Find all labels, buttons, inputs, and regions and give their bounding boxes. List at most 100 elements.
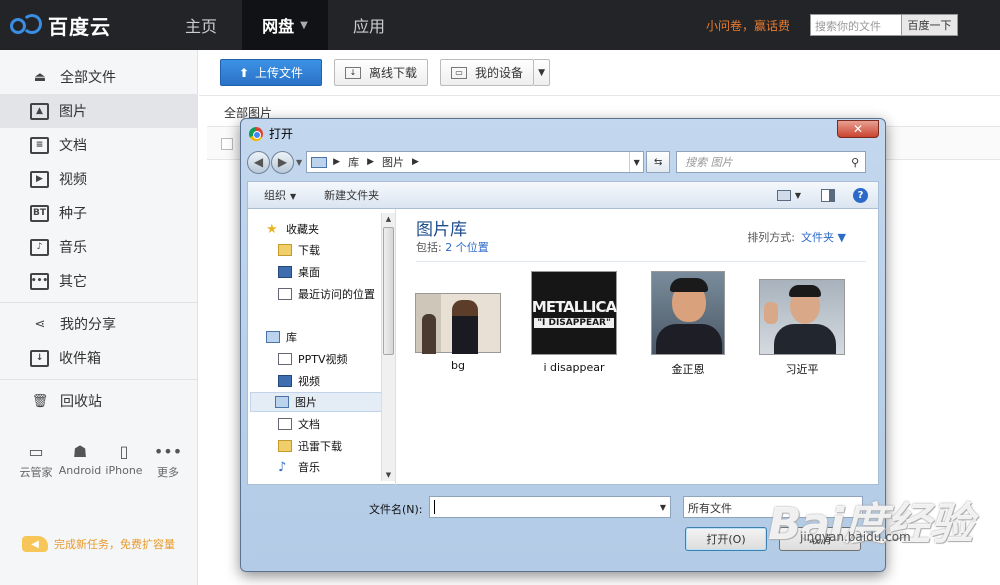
- xunlei-folder-icon: [278, 440, 292, 452]
- arrange-dropdown[interactable]: 文件夹 ▼: [801, 231, 846, 244]
- file-item[interactable]: METALLICA "I DISAPPEAR" i disappear: [524, 271, 624, 374]
- file-item[interactable]: 习近平: [752, 279, 852, 377]
- offline-download-button[interactable]: ↓ 离线下载: [334, 59, 429, 86]
- sidebar-item-label: 图片: [59, 104, 87, 120]
- tree-video[interactable]: 视频: [278, 371, 320, 391]
- device-android[interactable]: ☗ Android: [58, 442, 102, 480]
- tree-libraries[interactable]: 库: [266, 327, 297, 347]
- open-button[interactable]: 打开(O): [685, 527, 767, 551]
- file-name: 金正恩: [671, 363, 705, 376]
- sidebar-item-label: 收件箱: [59, 351, 101, 367]
- new-folder-button[interactable]: 新建文件夹: [324, 187, 379, 203]
- device-label: 云管家: [19, 466, 53, 479]
- nav-apps[interactable]: 应用: [328, 0, 410, 50]
- address-segment-library[interactable]: 库: [348, 154, 359, 170]
- chevron-down-icon[interactable]: ▼: [795, 191, 801, 200]
- select-all-checkbox[interactable]: [221, 138, 233, 150]
- tree-scrollbar[interactable]: ▲ ▼: [381, 213, 395, 481]
- chrome-icon: [249, 126, 263, 141]
- locations-link[interactable]: 2 个位置: [445, 241, 489, 254]
- tree-label: 视频: [298, 375, 320, 388]
- view-mode-icon[interactable]: [776, 189, 791, 201]
- sidebar-item-inbox[interactable]: ↓ 收件箱: [0, 341, 197, 375]
- tree-label: 音乐: [298, 461, 320, 474]
- file-toolbar: ⬆ 上传文件 ↓ 离线下载 ▭ 我的设备 ▼: [199, 50, 1000, 96]
- file-view: 图片库 包括: 2 个位置 排列方式: 文件夹 ▼ bg METALLICA "I…: [396, 209, 880, 485]
- sidebar-item-video[interactable]: ▶ 视频: [0, 162, 197, 196]
- library-title: 图片库: [416, 220, 467, 240]
- nav-home[interactable]: 主页: [160, 0, 242, 50]
- file-item[interactable]: 金正恩: [638, 271, 738, 377]
- text-caret: [434, 500, 435, 514]
- device-iphone[interactable]: ▯ iPhone: [102, 442, 146, 480]
- library-folder-icon: [311, 156, 328, 168]
- tree-pptv[interactable]: PPTV视频: [278, 349, 348, 369]
- tree-label: 下载: [298, 244, 320, 257]
- file-item[interactable]: bg: [408, 271, 508, 372]
- dialog-body: ★ 收藏夹 下载 桌面 最近访问的位置 库 PPTV视频 视频 图片 文档 迅雷下…: [247, 209, 879, 485]
- sidebar-item-recycle-bin[interactable]: 🗑 回收站: [0, 384, 197, 418]
- dialog-search-input[interactable]: 搜索 图片 ⚲: [676, 151, 867, 173]
- my-devices-button[interactable]: ▭ 我的设备: [440, 59, 535, 86]
- chevron-down-icon[interactable]: ▼: [629, 152, 643, 172]
- tree-documents[interactable]: 文档: [278, 414, 320, 434]
- tree-favorites[interactable]: ★ 收藏夹: [266, 219, 319, 239]
- scroll-up-icon[interactable]: ▲: [382, 213, 395, 225]
- sidebar-item-label: 回收站: [60, 394, 102, 410]
- trash-icon: 🗑: [31, 393, 49, 409]
- task-promo-link[interactable]: ◀ 完成新任务，免费扩容量: [22, 536, 175, 552]
- sidebar-item-all-files[interactable]: ⏏ 全部文件: [0, 60, 197, 94]
- phone-icon: ▯: [119, 442, 129, 461]
- address-bar[interactable]: ▶ 库 ▶ 图片 ▶ ▼: [306, 151, 645, 173]
- address-segment-pictures[interactable]: 图片: [382, 154, 404, 170]
- my-devices-dropdown[interactable]: ▼: [534, 59, 551, 86]
- preview-pane-icon[interactable]: [821, 188, 835, 202]
- music-icon: ♪: [30, 238, 49, 256]
- file-name: bg: [451, 359, 465, 372]
- tree-download[interactable]: 下载: [278, 240, 320, 260]
- close-button[interactable]: ✕: [837, 120, 879, 138]
- megaphone-icon: ◀: [22, 536, 48, 552]
- device-more[interactable]: ••• 更多: [146, 442, 190, 480]
- sidebar-item-label: 视频: [59, 172, 87, 188]
- nav-netdisk[interactable]: 网盘 ▼: [242, 0, 328, 50]
- sidebar-item-other[interactable]: ••• 其它: [0, 264, 197, 298]
- scroll-down-icon[interactable]: ▼: [382, 469, 395, 481]
- refresh-button[interactable]: ⇆: [646, 151, 671, 173]
- sidebar-item-documents[interactable]: ≡ 文档: [0, 128, 197, 162]
- back-button[interactable]: ◀: [247, 150, 270, 174]
- help-icon[interactable]: ?: [853, 187, 868, 203]
- device-label: iPhone: [105, 464, 143, 477]
- scrollbar-thumb[interactable]: [383, 227, 394, 355]
- sidebar-item-label: 其它: [59, 274, 87, 290]
- chevron-down-icon: ▼: [538, 67, 545, 78]
- tree-music[interactable]: ♪ 音乐: [278, 457, 320, 477]
- sidebar-item-my-shares[interactable]: ⋖ 我的分享: [0, 307, 197, 341]
- task-promo-text: 完成新任务，免费扩容量: [54, 538, 175, 551]
- desktop-icon: [278, 266, 292, 278]
- music-note-icon: ♪: [278, 459, 287, 475]
- filename-input[interactable]: ▼: [429, 496, 671, 518]
- recent-locations-dropdown[interactable]: ▼: [296, 158, 302, 167]
- offline-label: 离线下载: [369, 66, 418, 80]
- upload-arrow-icon: ⬆: [238, 65, 250, 80]
- chevron-down-icon[interactable]: ▼: [656, 497, 670, 517]
- sidebar-item-images[interactable]: ▲ 图片: [0, 94, 197, 128]
- survey-promo-link[interactable]: 小问卷，赢话费: [706, 17, 790, 34]
- forward-button[interactable]: ▶: [271, 150, 294, 174]
- dialog-title-bar: 打开: [249, 125, 293, 142]
- tree-recent[interactable]: 最近访问的位置: [278, 284, 375, 304]
- organize-menu[interactable]: 组织 ▼: [264, 187, 296, 203]
- device-pc-manager[interactable]: ▭ 云管家: [14, 442, 58, 480]
- logo[interactable]: 百度云: [10, 11, 150, 40]
- search-input[interactable]: 搜索你的文件: [810, 14, 902, 36]
- tree-xunlei[interactable]: 迅雷下载: [278, 436, 342, 456]
- upload-button[interactable]: ⬆ 上传文件: [220, 59, 322, 86]
- sidebar-item-torrents[interactable]: BT 种子: [0, 196, 197, 230]
- documents-library-icon: [278, 418, 292, 430]
- tree-pictures[interactable]: 图片: [250, 392, 382, 412]
- inbox-icon: ↓: [30, 349, 49, 367]
- sidebar-item-music[interactable]: ♪ 音乐: [0, 230, 197, 264]
- search-button[interactable]: 百度一下: [902, 14, 958, 36]
- tree-desktop[interactable]: 桌面: [278, 262, 320, 282]
